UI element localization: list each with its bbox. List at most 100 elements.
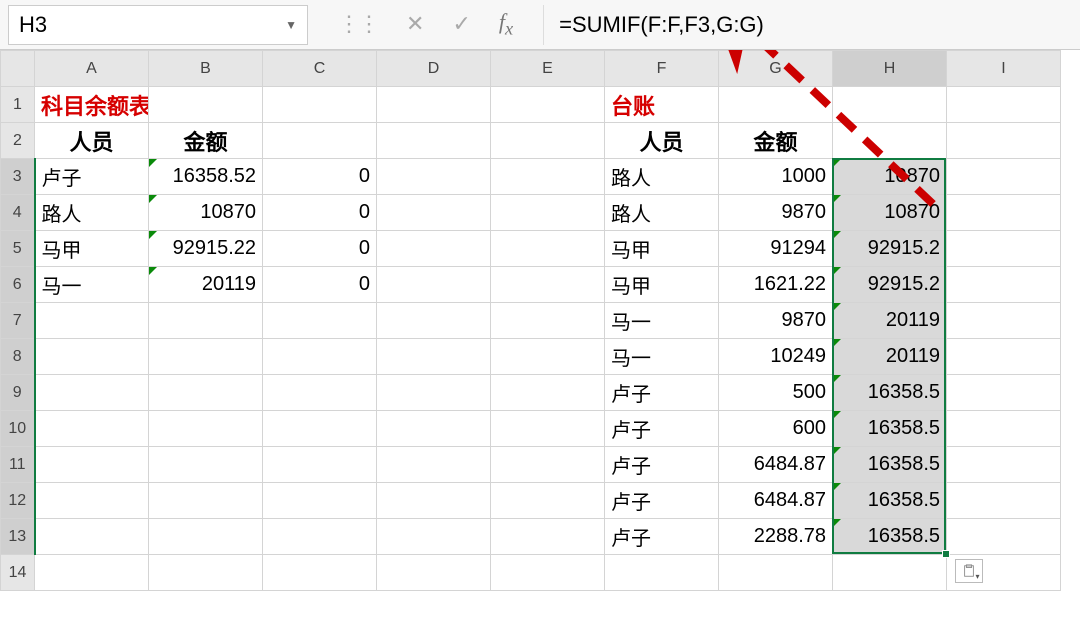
cell-B12[interactable] bbox=[149, 483, 263, 519]
row-header-14[interactable]: 14 bbox=[1, 555, 35, 591]
cell-H9[interactable]: 16358.5 bbox=[833, 375, 947, 411]
cell-A9[interactable] bbox=[35, 375, 149, 411]
cell-E5[interactable] bbox=[491, 231, 605, 267]
cell-C14[interactable] bbox=[263, 555, 377, 591]
row-header-7[interactable]: 7 bbox=[1, 303, 35, 339]
cell-I1[interactable] bbox=[947, 87, 1061, 123]
cell-E10[interactable] bbox=[491, 411, 605, 447]
cell-E2[interactable] bbox=[491, 123, 605, 159]
cell-F4[interactable]: 路人 bbox=[605, 195, 719, 231]
cell-F6[interactable]: 马甲 bbox=[605, 267, 719, 303]
cell-E8[interactable] bbox=[491, 339, 605, 375]
cell-E9[interactable] bbox=[491, 375, 605, 411]
cell-B8[interactable] bbox=[149, 339, 263, 375]
cell-G8[interactable]: 10249 bbox=[719, 339, 833, 375]
cell-G2[interactable]: 金额 bbox=[719, 123, 833, 159]
cell-I10[interactable] bbox=[947, 411, 1061, 447]
row-header-6[interactable]: 6 bbox=[1, 267, 35, 303]
cell-E11[interactable] bbox=[491, 447, 605, 483]
cell-B7[interactable] bbox=[149, 303, 263, 339]
cell-E14[interactable] bbox=[491, 555, 605, 591]
cell-B2[interactable]: 金额 bbox=[149, 123, 263, 159]
cell-B13[interactable] bbox=[149, 519, 263, 555]
cell-C13[interactable] bbox=[263, 519, 377, 555]
cell-B6[interactable]: 20119 bbox=[149, 267, 263, 303]
grid[interactable]: ABCDEFGHI1科目余额表台账2人员金额人员金额3卢子16358.520路人… bbox=[0, 50, 1061, 591]
cell-D13[interactable] bbox=[377, 519, 491, 555]
formula-input[interactable] bbox=[543, 5, 1072, 45]
cell-D11[interactable] bbox=[377, 447, 491, 483]
cell-A6[interactable]: 马一 bbox=[35, 267, 149, 303]
accept-icon[interactable]: ✓ bbox=[452, 11, 470, 37]
cell-G4[interactable]: 9870 bbox=[719, 195, 833, 231]
cell-F7[interactable]: 马一 bbox=[605, 303, 719, 339]
cell-H10[interactable]: 16358.5 bbox=[833, 411, 947, 447]
cell-G11[interactable]: 6484.87 bbox=[719, 447, 833, 483]
cell-E12[interactable] bbox=[491, 483, 605, 519]
cell-F14[interactable] bbox=[605, 555, 719, 591]
cell-G7[interactable]: 9870 bbox=[719, 303, 833, 339]
cell-H14[interactable] bbox=[833, 555, 947, 591]
fill-handle[interactable] bbox=[942, 550, 950, 558]
cell-A5[interactable]: 马甲 bbox=[35, 231, 149, 267]
cell-G5[interactable]: 91294 bbox=[719, 231, 833, 267]
row-header-11[interactable]: 11 bbox=[1, 447, 35, 483]
col-header-G[interactable]: G bbox=[719, 51, 833, 87]
row-header-3[interactable]: 3 bbox=[1, 159, 35, 195]
cell-I9[interactable] bbox=[947, 375, 1061, 411]
col-header-B[interactable]: B bbox=[149, 51, 263, 87]
paste-options-button[interactable] bbox=[955, 559, 983, 583]
cell-H11[interactable]: 16358.5 bbox=[833, 447, 947, 483]
cell-F3[interactable]: 路人 bbox=[605, 159, 719, 195]
cell-C4[interactable]: 0 bbox=[263, 195, 377, 231]
cell-I3[interactable] bbox=[947, 159, 1061, 195]
cell-B14[interactable] bbox=[149, 555, 263, 591]
cell-C10[interactable] bbox=[263, 411, 377, 447]
cell-F13[interactable]: 卢子 bbox=[605, 519, 719, 555]
cell-A10[interactable] bbox=[35, 411, 149, 447]
cell-D10[interactable] bbox=[377, 411, 491, 447]
row-header-9[interactable]: 9 bbox=[1, 375, 35, 411]
cell-A4[interactable]: 路人 bbox=[35, 195, 149, 231]
cell-F5[interactable]: 马甲 bbox=[605, 231, 719, 267]
cell-A13[interactable] bbox=[35, 519, 149, 555]
cell-D8[interactable] bbox=[377, 339, 491, 375]
cell-G9[interactable]: 500 bbox=[719, 375, 833, 411]
cell-I8[interactable] bbox=[947, 339, 1061, 375]
cell-H7[interactable]: 20119 bbox=[833, 303, 947, 339]
row-header-4[interactable]: 4 bbox=[1, 195, 35, 231]
col-header-E[interactable]: E bbox=[491, 51, 605, 87]
select-all-corner[interactable] bbox=[1, 51, 35, 87]
cell-C6[interactable]: 0 bbox=[263, 267, 377, 303]
fx-icon[interactable]: fx bbox=[499, 9, 513, 39]
cell-H12[interactable]: 16358.5 bbox=[833, 483, 947, 519]
cell-F10[interactable]: 卢子 bbox=[605, 411, 719, 447]
cell-E7[interactable] bbox=[491, 303, 605, 339]
cell-G6[interactable]: 1621.22 bbox=[719, 267, 833, 303]
row-header-12[interactable]: 12 bbox=[1, 483, 35, 519]
cell-B4[interactable]: 10870 bbox=[149, 195, 263, 231]
cell-D12[interactable] bbox=[377, 483, 491, 519]
cell-H2[interactable] bbox=[833, 123, 947, 159]
cell-E13[interactable] bbox=[491, 519, 605, 555]
cell-E4[interactable] bbox=[491, 195, 605, 231]
cell-C2[interactable] bbox=[263, 123, 377, 159]
col-header-D[interactable]: D bbox=[377, 51, 491, 87]
cell-I12[interactable] bbox=[947, 483, 1061, 519]
cell-H1[interactable] bbox=[833, 87, 947, 123]
cell-C3[interactable]: 0 bbox=[263, 159, 377, 195]
cell-C1[interactable] bbox=[263, 87, 377, 123]
cell-D6[interactable] bbox=[377, 267, 491, 303]
cell-G1[interactable] bbox=[719, 87, 833, 123]
cell-B11[interactable] bbox=[149, 447, 263, 483]
row-header-1[interactable]: 1 bbox=[1, 87, 35, 123]
cell-G13[interactable]: 2288.78 bbox=[719, 519, 833, 555]
cell-E1[interactable] bbox=[491, 87, 605, 123]
cell-C5[interactable]: 0 bbox=[263, 231, 377, 267]
cell-G10[interactable]: 600 bbox=[719, 411, 833, 447]
cell-F11[interactable]: 卢子 bbox=[605, 447, 719, 483]
col-header-I[interactable]: I bbox=[947, 51, 1061, 87]
cell-G3[interactable]: 1000 bbox=[719, 159, 833, 195]
cell-A11[interactable] bbox=[35, 447, 149, 483]
cell-F2[interactable]: 人员 bbox=[605, 123, 719, 159]
